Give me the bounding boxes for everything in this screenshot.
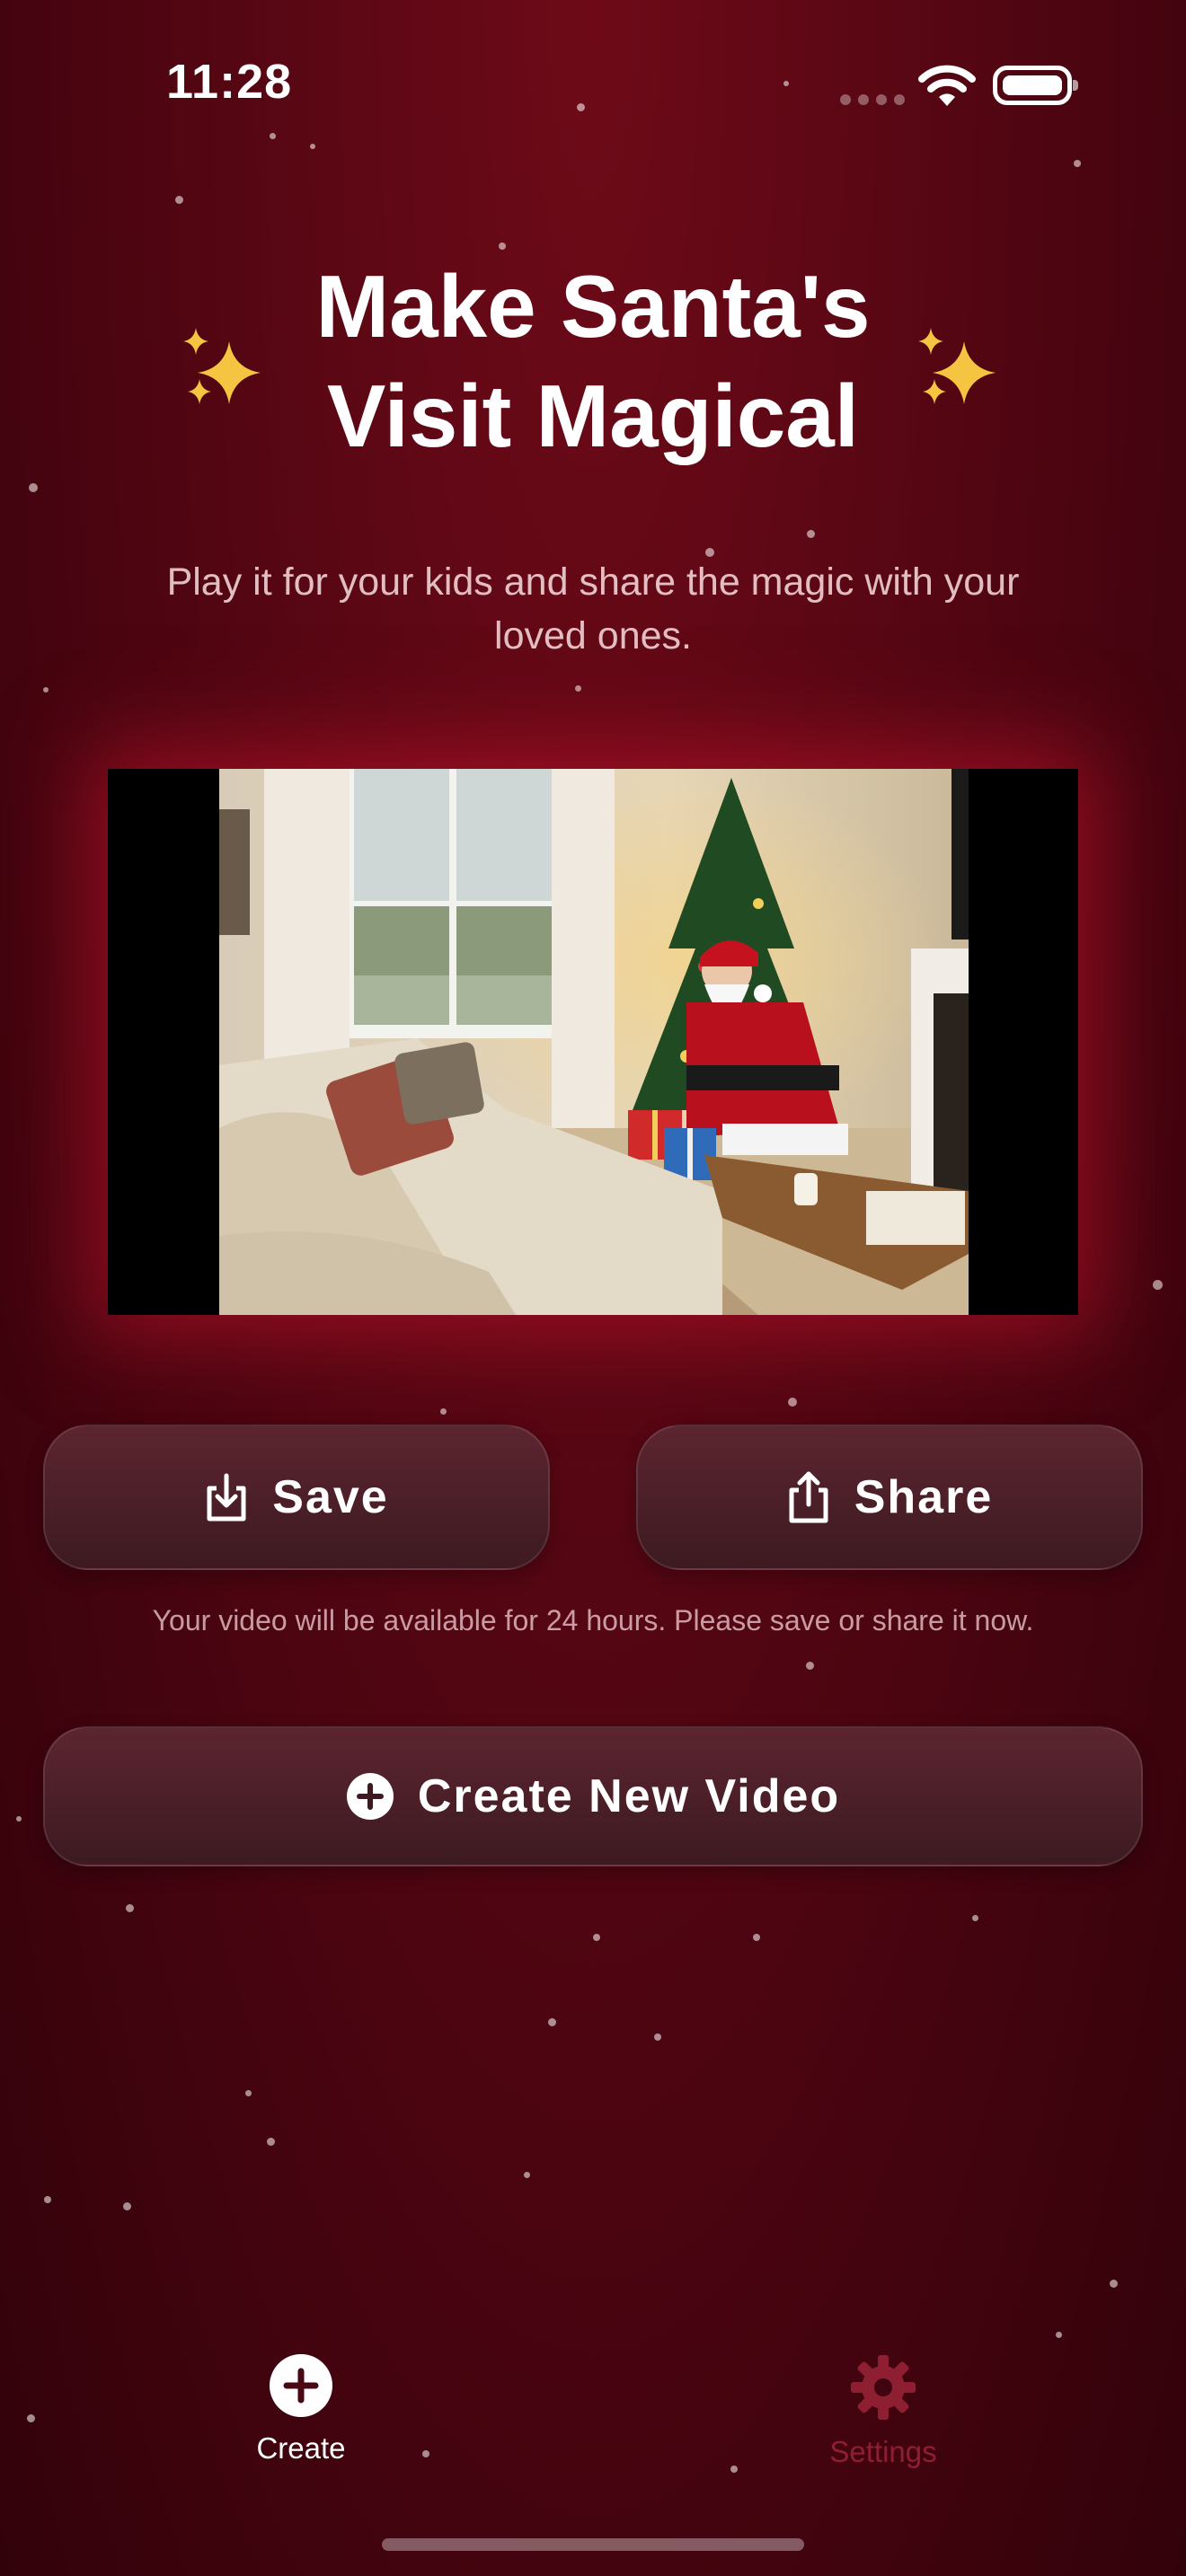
save-button[interactable]: Save: [43, 1425, 550, 1570]
status-bar: 11:28: [0, 0, 1186, 171]
create-new-video-button[interactable]: Create New Video: [43, 1726, 1143, 1866]
tab-create-label: Create: [256, 2431, 346, 2465]
plus-circle-icon: [346, 1773, 394, 1820]
video-player[interactable]: [108, 769, 1078, 1315]
wifi-icon: [918, 65, 976, 106]
home-indicator: [382, 2538, 804, 2551]
tab-settings-label: Settings: [829, 2435, 937, 2468]
download-icon: [207, 1473, 246, 1522]
santa-video-thumbnail[interactable]: [219, 769, 969, 1315]
gear-icon: [851, 2355, 916, 2420]
share-button[interactable]: Share: [636, 1425, 1143, 1570]
battery-icon: [993, 66, 1078, 105]
share-icon: [789, 1471, 828, 1523]
header: Make Santa's Visit Magical: [0, 251, 1186, 485]
create-new-video-label: Create New Video: [417, 1770, 841, 1822]
plus-circle-icon: [270, 2354, 332, 2417]
page-subtitle: Play it for your kids and share the magi…: [166, 560, 1020, 657]
tab-settings[interactable]: Settings: [766, 2353, 1000, 2469]
share-button-label: Share: [854, 1471, 994, 1523]
cellular-signal-icon: [840, 94, 905, 105]
tab-create[interactable]: Create: [184, 2353, 418, 2466]
status-time: 11:28: [166, 55, 293, 109]
page-title: Make Santa's Visit Magical: [315, 257, 871, 465]
sparkles-icon: [918, 328, 996, 404]
sparkles-icon: [183, 328, 261, 404]
availability-note: Your video will be available for 24 hour…: [152, 1604, 1034, 1636]
save-button-label: Save: [272, 1471, 389, 1523]
